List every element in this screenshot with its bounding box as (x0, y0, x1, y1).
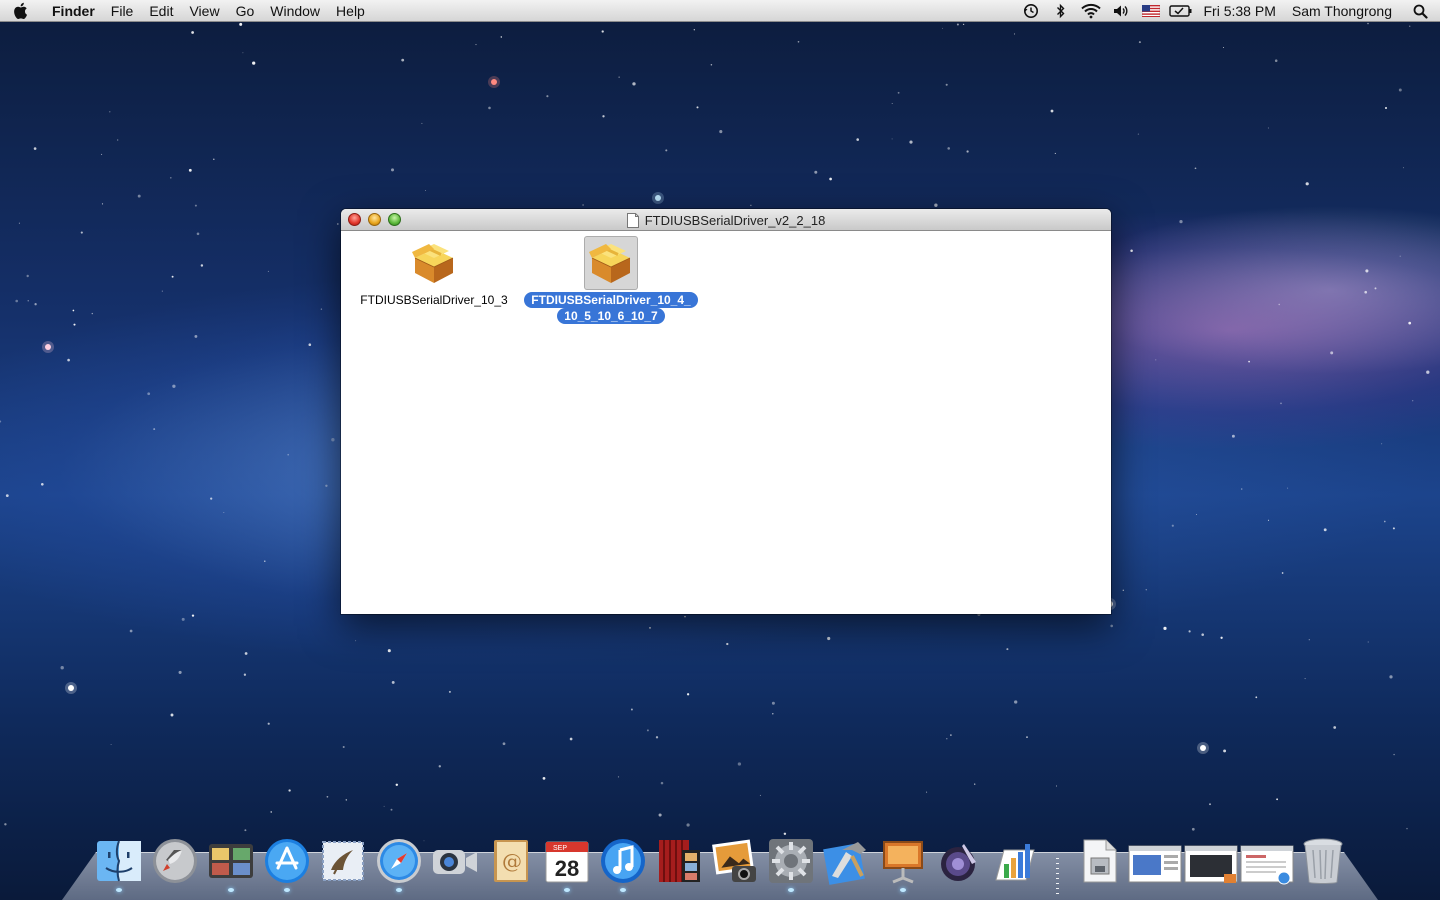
running-indicator (788, 888, 794, 892)
app-store-icon[interactable] (260, 828, 314, 892)
menu-help[interactable]: Help (328, 0, 373, 22)
preview-window-icon[interactable] (1128, 828, 1182, 886)
finder-icon[interactable] (92, 828, 146, 892)
spotlight-search-icon[interactable] (1400, 0, 1440, 22)
window-titlebar[interactable]: FTDIUSBSerialDriver_v2_2_18 (341, 209, 1111, 231)
running-indicator (396, 888, 402, 892)
dock: @ SEP 28 (90, 828, 1350, 892)
menu-view[interactable]: View (181, 0, 227, 22)
installer-icon[interactable] (1072, 828, 1126, 886)
display-window-icon[interactable] (1184, 828, 1238, 886)
xcode-icon[interactable] (820, 828, 874, 886)
launchpad-icon[interactable] (148, 828, 202, 886)
finder-window: FTDIUSBSerialDriver_v2_2_18 FTDIUSBSeria… (341, 209, 1111, 614)
running-indicator (900, 888, 906, 892)
photo-booth-icon[interactable] (204, 828, 258, 892)
menu-go[interactable]: Go (228, 0, 263, 22)
file-item-10-3[interactable]: FTDIUSBSerialDriver_10_3 (344, 236, 524, 308)
address-book-icon[interactable]: @ (484, 828, 538, 886)
running-indicator (284, 888, 290, 892)
safari-icon[interactable] (372, 828, 426, 892)
volume-icon[interactable] (1106, 0, 1136, 22)
facetime-icon[interactable] (428, 828, 482, 886)
us-flag-input-icon[interactable] (1136, 0, 1166, 22)
system-preferences-icon[interactable] (764, 828, 818, 892)
package-icon (412, 244, 454, 283)
safari-window-icon[interactable] (1240, 828, 1294, 886)
file-label: FTDIUSBSerialDriver_10_3 (360, 293, 508, 307)
window-content: FTDIUSBSerialDriver_10_3 FTDIUSBSerialDr… (341, 231, 1111, 614)
keynote-icon[interactable] (876, 828, 930, 892)
trash-icon[interactable] (1296, 828, 1350, 886)
bluetooth-icon[interactable] (1046, 0, 1076, 22)
running-indicator (228, 888, 234, 892)
file-item-10-4-10-7[interactable]: FTDIUSBSerialDriver_10_4_ 10_5_10_6_10_7 (521, 236, 701, 324)
svg-text:@: @ (502, 849, 522, 873)
menu-app-finder[interactable]: Finder (40, 0, 103, 22)
calendar-month: SEP (553, 845, 567, 852)
menubar-user[interactable]: Sam Thongrong (1284, 0, 1400, 22)
apple-menu-icon[interactable] (0, 2, 40, 20)
itunes-icon[interactable] (596, 828, 650, 892)
running-indicator (116, 888, 122, 892)
dock-separator (1056, 858, 1059, 894)
mail-icon[interactable] (316, 828, 370, 886)
numbers-icon[interactable] (988, 828, 1042, 886)
photo-booth-curtain-icon[interactable] (652, 828, 706, 886)
menu-edit[interactable]: Edit (141, 0, 181, 22)
calendar-icon[interactable]: SEP 28 (540, 828, 594, 892)
package-icon (589, 244, 631, 283)
battery-icon[interactable] (1166, 0, 1196, 22)
menu-file[interactable]: File (103, 0, 142, 22)
window-title: FTDIUSBSerialDriver_v2_2_18 (644, 212, 826, 228)
calendar-day: 28 (555, 856, 579, 881)
aperture-icon[interactable] (932, 828, 986, 886)
running-indicator (620, 888, 626, 892)
menubar-clock[interactable]: Fri 5:38 PM (1196, 0, 1284, 22)
time-machine-icon[interactable] (1016, 0, 1046, 22)
wifi-icon[interactable] (1076, 0, 1106, 22)
disk-image-doc-icon (626, 212, 639, 228)
menu-window[interactable]: Window (262, 0, 328, 22)
menu-bar: Finder File Edit View Go Window Help Fri… (0, 0, 1440, 22)
file-label-selected: FTDIUSBSerialDriver_10_4_ 10_5_10_6_10_7 (521, 292, 701, 324)
running-indicator (564, 888, 570, 892)
iphoto-icon[interactable] (708, 828, 762, 886)
